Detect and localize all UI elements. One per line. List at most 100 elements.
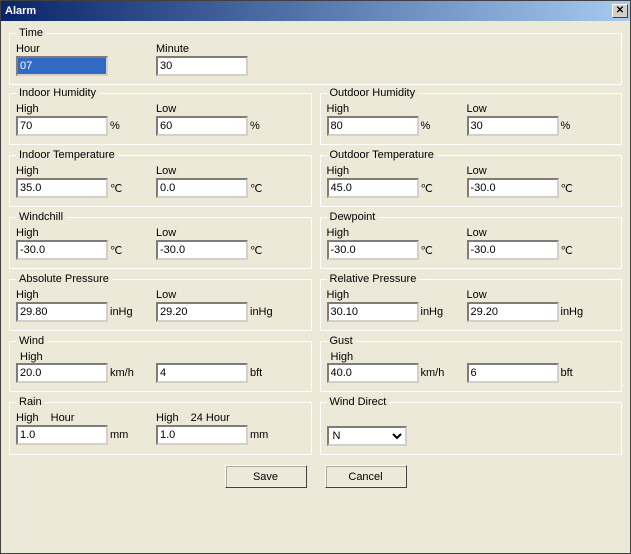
label-rain-high1: High: [16, 412, 39, 424]
wind-direct-select[interactable]: N: [327, 426, 407, 446]
label-gust-high: High: [331, 351, 354, 363]
label-it-low: Low: [156, 165, 276, 177]
legend-gust: Gust: [327, 335, 356, 347]
unit-degc: ℃: [110, 182, 122, 195]
save-button[interactable]: Save: [225, 465, 307, 488]
unit-inhg: inHg: [110, 306, 133, 318]
indoor-humidity-high-input[interactable]: [16, 116, 108, 136]
label-ih-low: Low: [156, 103, 276, 115]
label-it-high: High: [16, 165, 136, 177]
unit-kmh: km/h: [110, 367, 134, 379]
rel-pressure-low-input[interactable]: [467, 302, 559, 322]
unit-pct: %: [110, 120, 120, 132]
rain-hour-input[interactable]: [16, 425, 108, 445]
cancel-button[interactable]: Cancel: [325, 465, 407, 488]
windchill-low-input[interactable]: [156, 240, 248, 260]
rel-pressure-high-input[interactable]: [327, 302, 419, 322]
unit-inhg: inHg: [250, 306, 273, 318]
group-wind-direct: Wind Direct N: [320, 396, 623, 455]
label-ap-low: Low: [156, 289, 276, 301]
label-oh-low: Low: [467, 103, 587, 115]
windchill-high-input[interactable]: [16, 240, 108, 260]
label-ap-high: High: [16, 289, 136, 301]
legend-wind-direct: Wind Direct: [327, 396, 390, 408]
unit-kmh: km/h: [421, 367, 445, 379]
group-outdoor-humidity: Outdoor Humidity High % Low %: [320, 87, 623, 145]
label-ot-low: Low: [467, 165, 587, 177]
hour-input[interactable]: [16, 56, 108, 76]
label-rain-high2: High: [156, 412, 179, 424]
minute-input[interactable]: [156, 56, 248, 76]
group-outdoor-temp: Outdoor Temperature High ℃ Low ℃: [320, 149, 623, 207]
unit-mm: mm: [110, 429, 128, 441]
unit-degc: ℃: [110, 244, 122, 257]
rain-24h-input[interactable]: [156, 425, 248, 445]
outdoor-humidity-high-input[interactable]: [327, 116, 419, 136]
label-hour: Hour: [16, 43, 136, 55]
group-time: Time Hour Minute: [9, 27, 622, 85]
unit-degc: ℃: [250, 244, 262, 257]
group-gust: Gust High km/h bft: [320, 335, 623, 392]
label-wc-low: Low: [156, 227, 276, 239]
group-indoor-temp: Indoor Temperature High ℃ Low ℃: [9, 149, 312, 207]
indoor-temp-high-input[interactable]: [16, 178, 108, 198]
indoor-humidity-low-input[interactable]: [156, 116, 248, 136]
legend-windchill: Windchill: [16, 211, 66, 223]
client-area: Time Hour Minute Indoor Humidity High: [1, 21, 630, 553]
group-wind: Wind High km/h bft: [9, 335, 312, 392]
unit-degc: ℃: [561, 244, 573, 257]
abs-pressure-high-input[interactable]: [16, 302, 108, 322]
label-rain-hour: Hour: [51, 412, 75, 424]
group-windchill: Windchill High ℃ Low ℃: [9, 211, 312, 269]
alarm-window: Alarm ✕ Time Hour Minute Indoor Humidity: [0, 0, 631, 554]
unit-pct: %: [250, 120, 260, 132]
unit-degc: ℃: [421, 244, 433, 257]
label-dp-high: High: [327, 227, 447, 239]
indoor-temp-low-input[interactable]: [156, 178, 248, 198]
label-ih-high: High: [16, 103, 136, 115]
unit-inhg: inHg: [421, 306, 444, 318]
label-dp-low: Low: [467, 227, 587, 239]
label-minute: Minute: [156, 43, 276, 55]
label-ot-high: High: [327, 165, 447, 177]
button-row: Save Cancel: [9, 465, 622, 488]
legend-outdoor-temp: Outdoor Temperature: [327, 149, 437, 161]
legend-time: Time: [16, 27, 46, 39]
unit-pct: %: [561, 120, 571, 132]
outdoor-temp-low-input[interactable]: [467, 178, 559, 198]
window-title: Alarm: [5, 5, 36, 17]
dewpoint-low-input[interactable]: [467, 240, 559, 260]
label-wind-high: High: [20, 351, 43, 363]
gust-kmh-input[interactable]: [327, 363, 419, 383]
label-rp-low: Low: [467, 289, 587, 301]
group-rain: Rain High Hour mm High 24 Hour: [9, 396, 312, 455]
unit-degc: ℃: [561, 182, 573, 195]
unit-degc: ℃: [421, 182, 433, 195]
gust-bft-input[interactable]: [467, 363, 559, 383]
unit-pct: %: [421, 120, 431, 132]
outdoor-temp-high-input[interactable]: [327, 178, 419, 198]
group-dewpoint: Dewpoint High ℃ Low ℃: [320, 211, 623, 269]
unit-bft: bft: [561, 367, 573, 379]
abs-pressure-low-input[interactable]: [156, 302, 248, 322]
group-rel-pressure: Relative Pressure High inHg Low inHg: [320, 273, 623, 331]
legend-indoor-humidity: Indoor Humidity: [16, 87, 99, 99]
unit-degc: ℃: [250, 182, 262, 195]
close-icon[interactable]: ✕: [612, 4, 628, 18]
legend-rel-pressure: Relative Pressure: [327, 273, 420, 285]
dewpoint-high-input[interactable]: [327, 240, 419, 260]
unit-inhg: inHg: [561, 306, 584, 318]
legend-outdoor-humidity: Outdoor Humidity: [327, 87, 419, 99]
label-oh-high: High: [327, 103, 447, 115]
wind-kmh-input[interactable]: [16, 363, 108, 383]
label-rp-high: High: [327, 289, 447, 301]
legend-indoor-temp: Indoor Temperature: [16, 149, 118, 161]
unit-mm: mm: [250, 429, 268, 441]
label-rain-24h: 24 Hour: [191, 412, 230, 424]
outdoor-humidity-low-input[interactable]: [467, 116, 559, 136]
legend-abs-pressure: Absolute Pressure: [16, 273, 112, 285]
legend-rain: Rain: [16, 396, 45, 408]
titlebar: Alarm ✕: [1, 1, 630, 21]
wind-bft-input[interactable]: [156, 363, 248, 383]
legend-dewpoint: Dewpoint: [327, 211, 379, 223]
